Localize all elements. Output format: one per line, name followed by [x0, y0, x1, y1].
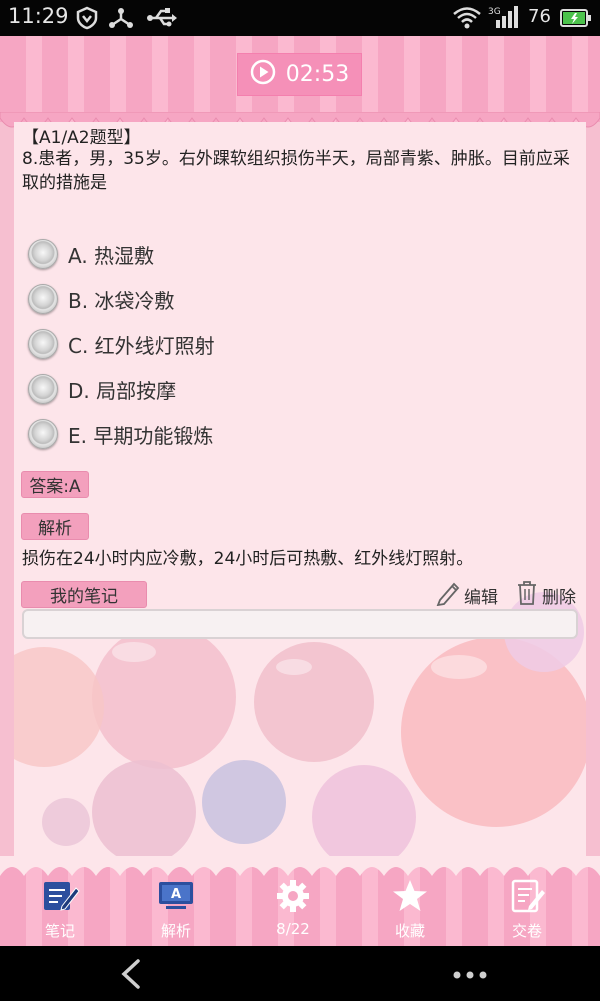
status-bar: 11:29 3G 76	[0, 0, 600, 36]
back-arrow-icon[interactable]	[118, 958, 144, 994]
answer-badge: 答案:A	[21, 471, 89, 498]
option-c[interactable]: C. 红外线灯照射	[28, 327, 215, 361]
play-circle-icon	[250, 59, 276, 91]
timer-button[interactable]: 02:53	[237, 53, 362, 96]
option-label: A. 热湿敷	[68, 243, 155, 268]
delete-label: 删除	[542, 588, 576, 608]
edit-label: 编辑	[464, 588, 498, 608]
svg-text:A: A	[171, 887, 181, 902]
trash-icon	[516, 580, 538, 611]
battery-percent: 76	[528, 6, 551, 27]
question-stem: 8.患者，男，35岁。右外踝软组织损伤半天，局部青紫、肿胀。目前应采取的措施是	[22, 149, 570, 193]
option-radio[interactable]	[28, 329, 58, 359]
tab-label: 收藏	[394, 922, 425, 940]
location-shield-icon	[76, 6, 98, 34]
explanation-title: 解析	[21, 513, 89, 540]
tab-submit[interactable]: 交卷	[467, 876, 587, 942]
wifi-icon	[452, 6, 482, 34]
system-nav-bar	[0, 946, 600, 1001]
tab-notes[interactable]: 笔记	[0, 876, 120, 942]
option-e[interactable]: E. 早期功能锻炼	[28, 417, 213, 451]
option-a[interactable]: A. 热湿敷	[28, 237, 154, 271]
tab-favorite[interactable]: 收藏	[350, 876, 470, 942]
tab-label: 交卷	[511, 922, 542, 940]
option-label: B. 冰袋冷敷	[68, 288, 175, 313]
note-edit-icon	[40, 876, 80, 916]
timer-value: 02:53	[285, 62, 350, 87]
option-radio[interactable]	[28, 419, 58, 449]
app-screen: 02:53 【A1/A2题型】 8.患者，男，35岁。右外踝软组织损伤半天，局部…	[0, 36, 600, 946]
question-panel: 【A1/A2题型】 8.患者，男，35岁。右外踝软组织损伤半天，局部青紫、肿胀。…	[14, 122, 586, 912]
edit-note-button[interactable]: 编辑	[436, 580, 498, 611]
option-label: C. 红外线灯照射	[68, 333, 215, 358]
explanation-text: 损伤在24小时内应冷敷，24小时后可热敷、红外线灯照射。	[22, 549, 474, 569]
analysis-monitor-icon: A	[156, 876, 196, 916]
tab-label: 笔记	[44, 922, 75, 940]
tab-analysis[interactable]: A 解析	[116, 876, 236, 942]
option-label: E. 早期功能锻炼	[68, 423, 214, 448]
option-radio[interactable]	[28, 284, 58, 314]
more-dots-icon[interactable]	[452, 966, 488, 985]
share-nodes-icon	[108, 6, 134, 34]
submit-paper-icon	[507, 876, 547, 916]
bottom-tab-bar: 笔记 A 解析 8/22 收藏 交卷	[0, 856, 600, 946]
option-d[interactable]: D. 局部按摩	[28, 372, 176, 406]
battery-icon	[560, 8, 592, 32]
cell-signal-icon: 3G	[488, 4, 522, 34]
option-label: D. 局部按摩	[68, 378, 177, 403]
signal-type-text: 3G	[488, 7, 501, 17]
option-radio[interactable]	[28, 374, 58, 404]
my-notes-title: 我的笔记	[21, 581, 147, 608]
top-awning: 02:53	[0, 36, 600, 122]
delete-note-button[interactable]: 删除	[516, 580, 576, 611]
tab-progress-settings[interactable]: 8/22	[233, 876, 353, 942]
option-b[interactable]: B. 冰袋冷敷	[28, 282, 174, 316]
tab-label: 8/22	[276, 920, 310, 938]
gear-icon	[273, 876, 313, 916]
note-input[interactable]	[22, 609, 578, 639]
question-type-label: 【A1/A2题型】	[22, 128, 141, 148]
pencil-icon	[436, 580, 460, 611]
option-radio[interactable]	[28, 239, 58, 269]
tab-label: 解析	[160, 922, 191, 940]
status-time: 11:29	[8, 4, 69, 28]
usb-icon	[146, 6, 178, 34]
star-icon	[390, 876, 430, 916]
